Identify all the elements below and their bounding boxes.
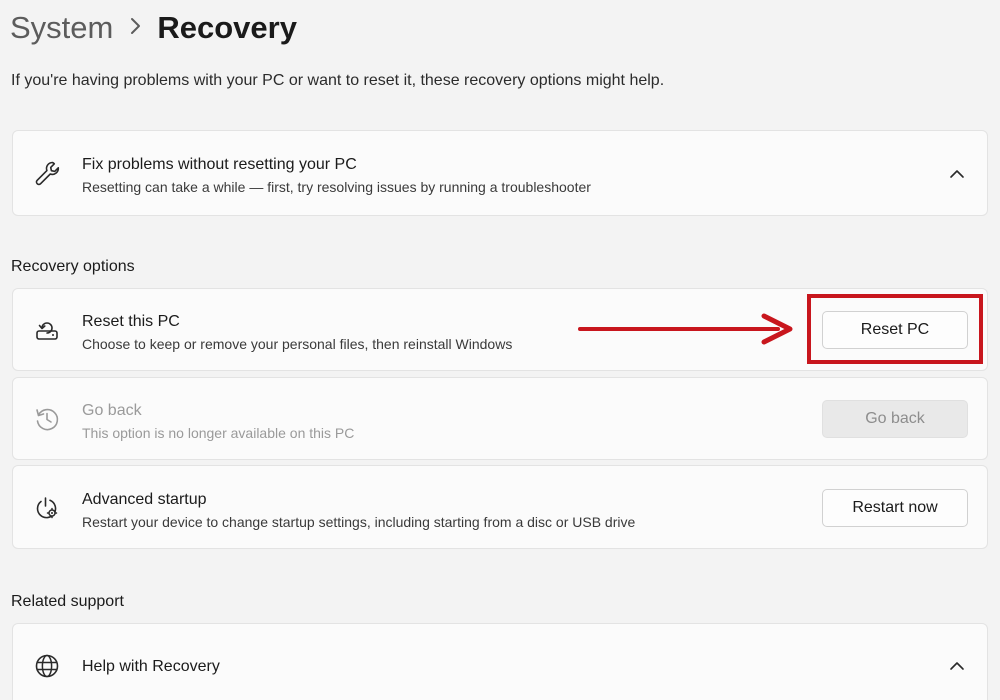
fix-problems-card[interactable]: Fix problems without resetting your PC R…: [12, 130, 988, 216]
chevron-up-icon[interactable]: [947, 656, 967, 676]
reset-this-pc-card: Reset this PC Choose to keep or remove y…: [12, 288, 988, 371]
fix-problems-description: Resetting can take a while — first, try …: [82, 179, 591, 195]
go-back-button: Go back: [822, 400, 968, 438]
advanced-startup-icon: [33, 494, 61, 522]
wrench-icon: [33, 159, 61, 187]
reset-pc-button[interactable]: Reset PC: [822, 311, 968, 349]
history-icon: [33, 405, 61, 433]
advanced-startup-title: Advanced startup: [82, 491, 207, 508]
recovery-options-heading: Recovery options: [11, 258, 135, 275]
page-description: If you're having problems with your PC o…: [11, 72, 665, 89]
chevron-right-icon: [113, 17, 157, 40]
breadcrumb-system[interactable]: System: [10, 10, 113, 46]
globe-icon: [33, 652, 61, 680]
reset-this-pc-title: Reset this PC: [82, 313, 180, 330]
go-back-description: This option is no longer available on th…: [82, 425, 355, 441]
advanced-startup-card: Advanced startup Restart your device to …: [12, 465, 988, 549]
go-back-card: Go back This option is no longer availab…: [12, 377, 988, 460]
restart-now-button[interactable]: Restart now: [822, 489, 968, 527]
reset-pc-icon: [33, 316, 61, 344]
advanced-startup-description: Restart your device to change startup se…: [82, 514, 636, 530]
related-support-heading: Related support: [11, 593, 124, 610]
breadcrumb: System Recovery: [10, 6, 297, 50]
page-title: Recovery: [157, 10, 297, 45]
chevron-up-icon[interactable]: [947, 164, 967, 184]
settings-page: System Recovery If you're having problem…: [0, 0, 1000, 700]
help-with-recovery-card[interactable]: Help with Recovery: [12, 623, 988, 700]
go-back-title: Go back: [82, 402, 142, 419]
fix-problems-title: Fix problems without resetting your PC: [82, 156, 357, 173]
reset-this-pc-description: Choose to keep or remove your personal f…: [82, 336, 513, 352]
help-with-recovery-title: Help with Recovery: [82, 658, 220, 675]
